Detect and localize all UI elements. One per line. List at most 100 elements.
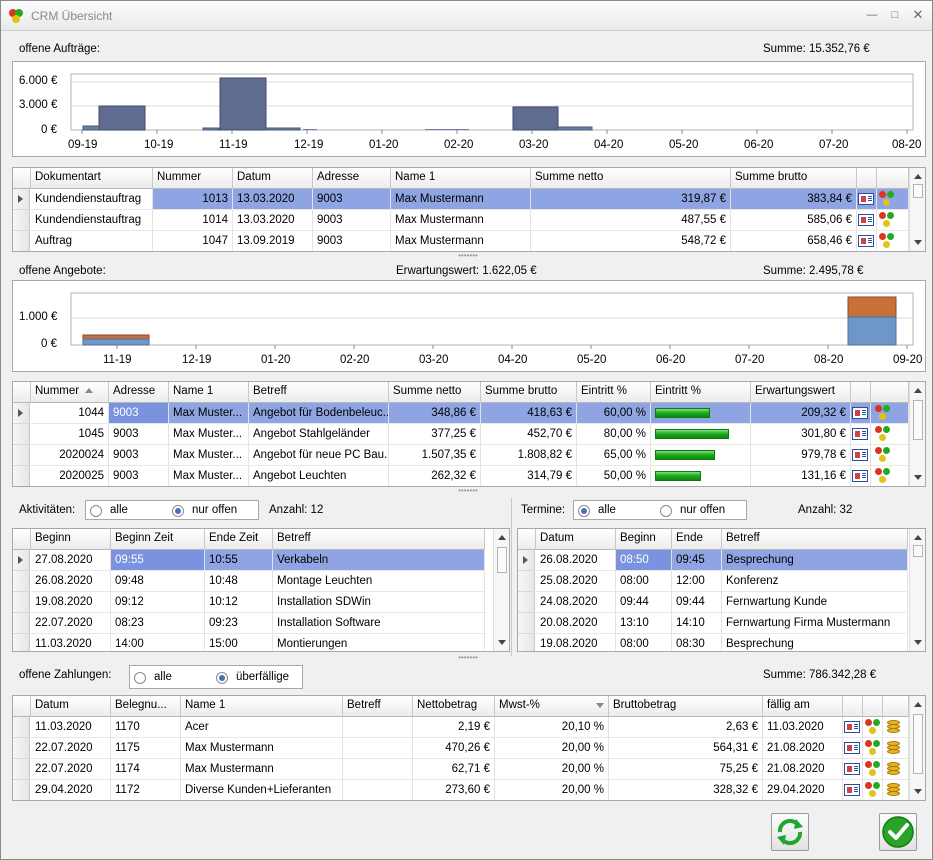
traffic-light-icon[interactable] [865,740,881,756]
row-indicator[interactable] [13,613,30,634]
cell-nettobetrag[interactable]: 62,71 € [413,759,495,780]
radio-alle[interactable] [90,505,102,517]
cell-ende[interactable]: 14:10 [672,613,722,634]
traffic-light-icon[interactable] [865,719,881,735]
column-header[interactable]: Summe brutto [731,168,857,189]
radio-alle[interactable] [578,505,590,517]
column-header-mwst[interactable]: Mwst-% [495,696,609,717]
cell-adresse[interactable]: 9003 [109,466,169,486]
column-header-nummer[interactable]: Nummer [31,382,109,403]
column-header[interactable]: Datum [536,529,616,550]
cell-summe-netto[interactable]: 348,86 € [389,403,481,424]
cell-ende-zeit[interactable]: 10:12 [205,592,273,613]
cell-belegnummer[interactable]: 1174 [111,759,181,780]
cell-betreff[interactable]: Montierungen [273,634,485,651]
cell-summe-netto[interactable]: 487,55 € [531,210,731,231]
row-indicator[interactable] [13,571,30,592]
cell-beginn[interactable]: 27.08.2020 [31,550,111,571]
cell-datum[interactable]: 25.08.2020 [536,571,616,592]
cell-mwst[interactable]: 20,10 % [495,717,609,738]
row-indicator[interactable] [13,780,30,800]
cell-datum[interactable]: 11.03.2020 [31,717,111,738]
cell-summe-brutto[interactable]: 383,84 € [731,189,857,210]
cell-adresse[interactable]: 9003 [109,445,169,466]
cell-bruttobetrag[interactable]: 75,25 € [609,759,763,780]
cell-datum[interactable]: 13.09.2019 [233,231,313,251]
cell-summe-brutto[interactable]: 418,63 € [481,403,577,424]
address-card-icon[interactable] [858,193,874,205]
coins-icon[interactable] [885,741,901,755]
cell-eintritt-bar[interactable] [651,466,751,486]
column-header[interactable]: Betreff [249,382,389,403]
cell-mwst[interactable]: 20,00 % [495,780,609,800]
cell-ende-zeit[interactable]: 09:23 [205,613,273,634]
column-header[interactable]: Summe brutto [481,382,577,403]
cell-betreff[interactable]: Fernwartung Kunde [722,592,908,613]
cell-dokumentart[interactable]: Auftrag [31,231,153,251]
cell-nummer[interactable]: 1047 [153,231,233,251]
column-header[interactable]: Betreff [343,696,413,717]
cell-dokumentart[interactable]: Kundendienstauftrag [31,189,153,210]
cell-betreff[interactable]: Konferenz [722,571,908,592]
cell-eintritt[interactable]: 65,00 % [577,445,651,466]
column-header[interactable]: Name 1 [391,168,531,189]
traffic-light-icon[interactable] [865,761,881,777]
cell-datum[interactable]: 22.07.2020 [31,738,111,759]
address-card-icon[interactable] [844,784,860,796]
cell-betreff[interactable]: Angebot Stahlgeländer [249,424,389,445]
cell-bruttobetrag[interactable]: 328,32 € [609,780,763,800]
cell-eintritt[interactable]: 50,00 % [577,466,651,486]
cell-summe-netto[interactable]: 548,72 € [531,231,731,251]
cell-beginn[interactable]: 26.08.2020 [31,571,111,592]
address-card-icon[interactable] [852,470,868,482]
traffic-light-icon[interactable] [875,447,891,463]
cell-ende-zeit[interactable]: 10:55 [205,550,273,571]
traffic-light-icon[interactable] [879,212,895,228]
cell-name[interactable]: Acer [181,717,343,738]
traffic-light-icon[interactable] [875,426,891,442]
cell-summe-brutto[interactable]: 658,46 € [731,231,857,251]
cell-name[interactable]: Max Mustermann [181,759,343,780]
row-indicator[interactable] [518,592,535,613]
cell-betreff[interactable]: Angebot für neue PC Bau... [249,445,389,466]
column-header[interactable]: Nummer [153,168,233,189]
cell-betreff[interactable] [343,759,413,780]
cell-betreff[interactable]: Angebot für Bodenbeleuc... [249,403,389,424]
cell-eintritt-bar[interactable] [651,445,751,466]
cell-betreff[interactable] [343,717,413,738]
cell-beginn-zeit[interactable]: 08:23 [111,613,205,634]
cell-datum[interactable]: 24.08.2020 [536,592,616,613]
cell-erwartungswert[interactable]: 979,78 € [751,445,851,466]
column-header[interactable]: Adresse [313,168,391,189]
cell-beginn-zeit[interactable]: 09:48 [111,571,205,592]
cell-name[interactable]: Diverse Kunden+Lieferanten [181,780,343,800]
row-indicator[interactable] [13,466,30,486]
cell-name[interactable]: Max Mustermann [181,738,343,759]
column-header[interactable]: fällig am [763,696,843,717]
cell-beginn-zeit[interactable]: 14:00 [111,634,205,651]
row-indicator[interactable] [13,592,30,613]
row-indicator[interactable] [13,210,30,231]
cell-betreff[interactable] [343,780,413,800]
traffic-light-icon[interactable] [875,468,891,484]
cell-nummer[interactable]: 1014 [153,210,233,231]
cell-datum[interactable]: 13.03.2020 [233,210,313,231]
cell-adresse[interactable]: 9003 [109,424,169,445]
row-indicator[interactable] [13,231,30,251]
row-indicator[interactable] [13,424,30,445]
cell-summe-netto[interactable]: 319,87 € [531,189,731,210]
address-card-icon[interactable] [852,407,868,419]
radio-alle-label[interactable]: alle [598,504,616,516]
radio-alle[interactable] [134,672,146,684]
column-header[interactable]: Erwartungswert [751,382,851,403]
cell-erwartungswert[interactable]: 301,80 € [751,424,851,445]
cell-eintritt-bar[interactable] [651,424,751,445]
column-header[interactable]: Beginn [616,529,672,550]
column-header[interactable]: Betreff [273,529,485,550]
column-header[interactable]: Dokumentart [31,168,153,189]
row-indicator[interactable] [13,189,30,210]
cell-adresse[interactable]: 9003 [313,189,391,210]
cell-name[interactable]: Max Muster... [169,424,249,445]
column-header[interactable]: Eintritt % [577,382,651,403]
cell-betreff[interactable]: Verkabeln [273,550,485,571]
